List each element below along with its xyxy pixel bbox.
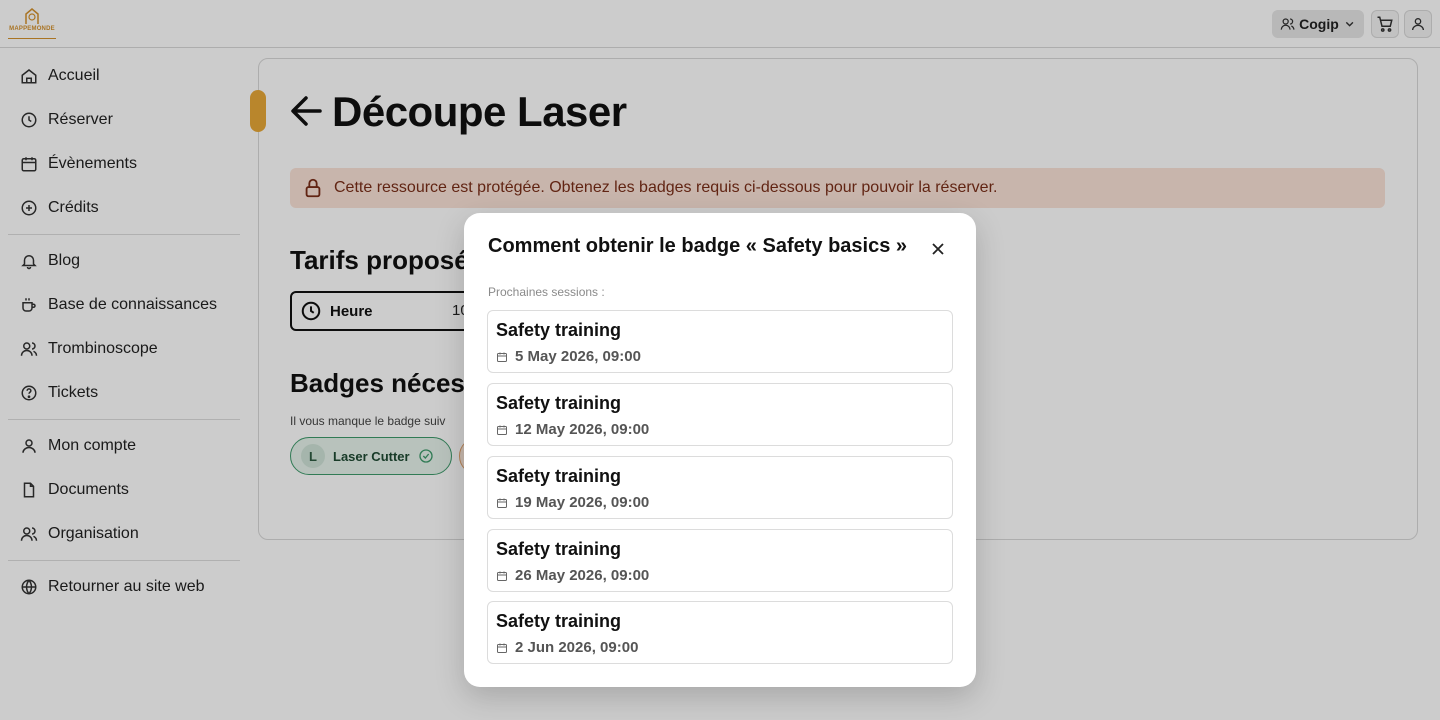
session-date-text: 2 Jun 2026, 09:00 [515,639,639,656]
session-name: Safety training [496,320,622,340]
session-name: Safety training [496,539,622,559]
session-date: 5 May 2026, 09:00 [496,348,641,365]
badge-modal: Comment obtenir le badge « Safety basics… [464,213,976,687]
session-date-text: 12 May 2026, 09:00 [515,421,650,438]
session-date-text: 19 May 2026, 09:00 [515,494,650,511]
session-date-text: 5 May 2026, 09:00 [515,348,641,365]
session-date: 2 Jun 2026, 09:00 [496,639,638,656]
calendar-icon [497,571,507,581]
session-item[interactable]: Safety training 12 May 2026, 09:00 [487,383,953,446]
session-name: Safety training [496,393,622,413]
calendar-icon [497,425,507,435]
session-date: 26 May 2026, 09:00 [496,567,649,584]
session-item[interactable]: Safety training 5 May 2026, 09:00 [487,310,953,373]
session-name: Safety training [496,466,622,486]
calendar-icon [497,643,507,653]
sessions-label: Prochaines sessions : [488,285,605,299]
modal-title: Comment obtenir le badge « Safety basics… [488,235,908,257]
session-item[interactable]: Safety training 26 May 2026, 09:00 [487,529,953,592]
session-date: 19 May 2026, 09:00 [496,494,649,511]
close-button[interactable] [926,237,950,261]
session-item[interactable]: Safety training 2 Jun 2026, 09:00 [487,601,953,664]
session-date: 12 May 2026, 09:00 [496,421,649,438]
close-icon [932,243,944,255]
calendar-icon [497,498,507,508]
session-name: Safety training [496,611,622,631]
calendar-icon [497,352,507,362]
session-item[interactable]: Safety training 19 May 2026, 09:00 [487,456,953,519]
session-date-text: 26 May 2026, 09:00 [515,567,650,584]
